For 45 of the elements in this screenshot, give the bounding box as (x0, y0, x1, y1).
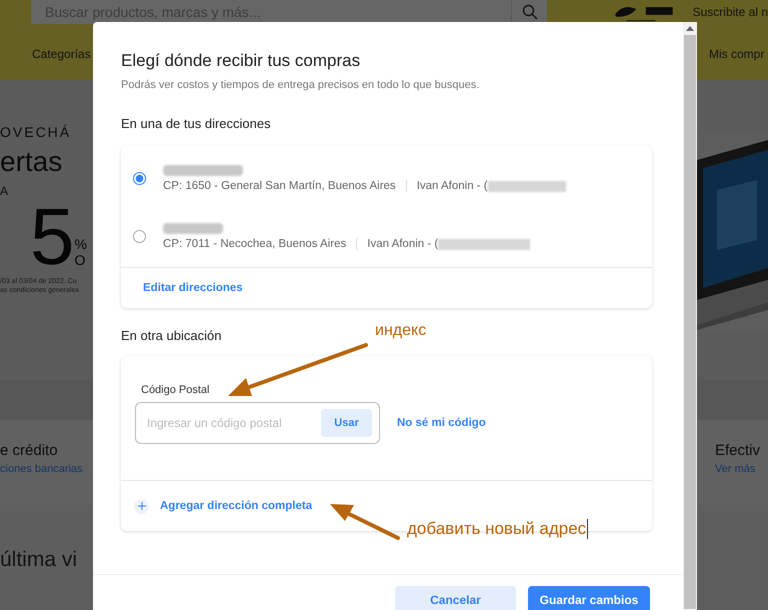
field-label: Código Postal (141, 384, 210, 396)
card-link[interactable]: ciones bancarias (0, 463, 83, 475)
dialog-button[interactable]: Guardar cambios (528, 586, 650, 610)
dialog-subtitle: Podrás ver costos y tiempos de entrega precisos en todo lo que busques. (121, 78, 480, 92)
radio-button[interactable] (133, 230, 146, 243)
section-heading: última vi (0, 548, 78, 571)
address-option[interactable]: CP: 1650 - General San Martín, Buenos Aires Ivan Afonin - ( (121, 146, 652, 207)
radio-button[interactable] (133, 172, 146, 185)
plus-icon (134, 498, 149, 514)
card-link[interactable]: Ver más (715, 463, 768, 475)
promo-text: Suscribite al n (692, 5, 768, 19)
annotation-arrow (330, 504, 400, 540)
annotation-text: добавить новый адрес (407, 519, 588, 539)
use-button[interactable]: Usar (321, 409, 372, 437)
hero-headline: ertas (0, 146, 64, 178)
dialog-title: Elegí dónde recibir tus compras (121, 50, 362, 72)
card-title: Efectiv (715, 442, 762, 459)
card-title: e crédito (0, 442, 59, 459)
discount-suffix: O (74, 252, 86, 268)
search-icon (522, 4, 538, 20)
hero-kicker: OVECHÁ (0, 124, 72, 140)
nav-link[interactable]: Mis compr (709, 47, 768, 61)
scrollbar-thumb[interactable] (684, 35, 696, 609)
percent-sign: % (74, 236, 87, 252)
annotation-text: индекс (375, 322, 426, 340)
address-text: CP: 1650 - General San Martín, Buenos Aires (163, 180, 396, 192)
contact-text: Ivan Afonin - ( (416, 180, 488, 192)
contact-text: Ivan Afonin - ( (367, 238, 438, 250)
dialog-button[interactable]: Cancelar (395, 586, 516, 610)
address-text: CP: 7011 - Necochea, Buenos Aires (163, 238, 346, 250)
add-address-link[interactable]: Agregar dirección completa (160, 500, 312, 512)
hero-prefix: A (0, 184, 10, 198)
scroll-up-icon[interactable] (686, 26, 694, 31)
address-option[interactable]: CP: 7011 - Necochea, Buenos Aires Ivan Afonin - ( (121, 207, 652, 265)
discount-number: 5 (30, 198, 74, 276)
text-cursor (587, 519, 588, 539)
help-link[interactable]: No sé mi código (397, 417, 486, 429)
redacted-bar (163, 223, 223, 234)
search-button[interactable] (511, 0, 548, 24)
edit-addresses-link[interactable]: Editar direcciones (143, 282, 243, 294)
postal-code-field[interactable]: Ingresar un código postal Usar (135, 402, 380, 444)
scrollbar[interactable] (683, 22, 697, 610)
nav-link[interactable]: Categorías (32, 47, 91, 61)
section-heading: En otra ubicación (121, 328, 222, 344)
section-heading: En una de tus direcciones (121, 116, 271, 132)
